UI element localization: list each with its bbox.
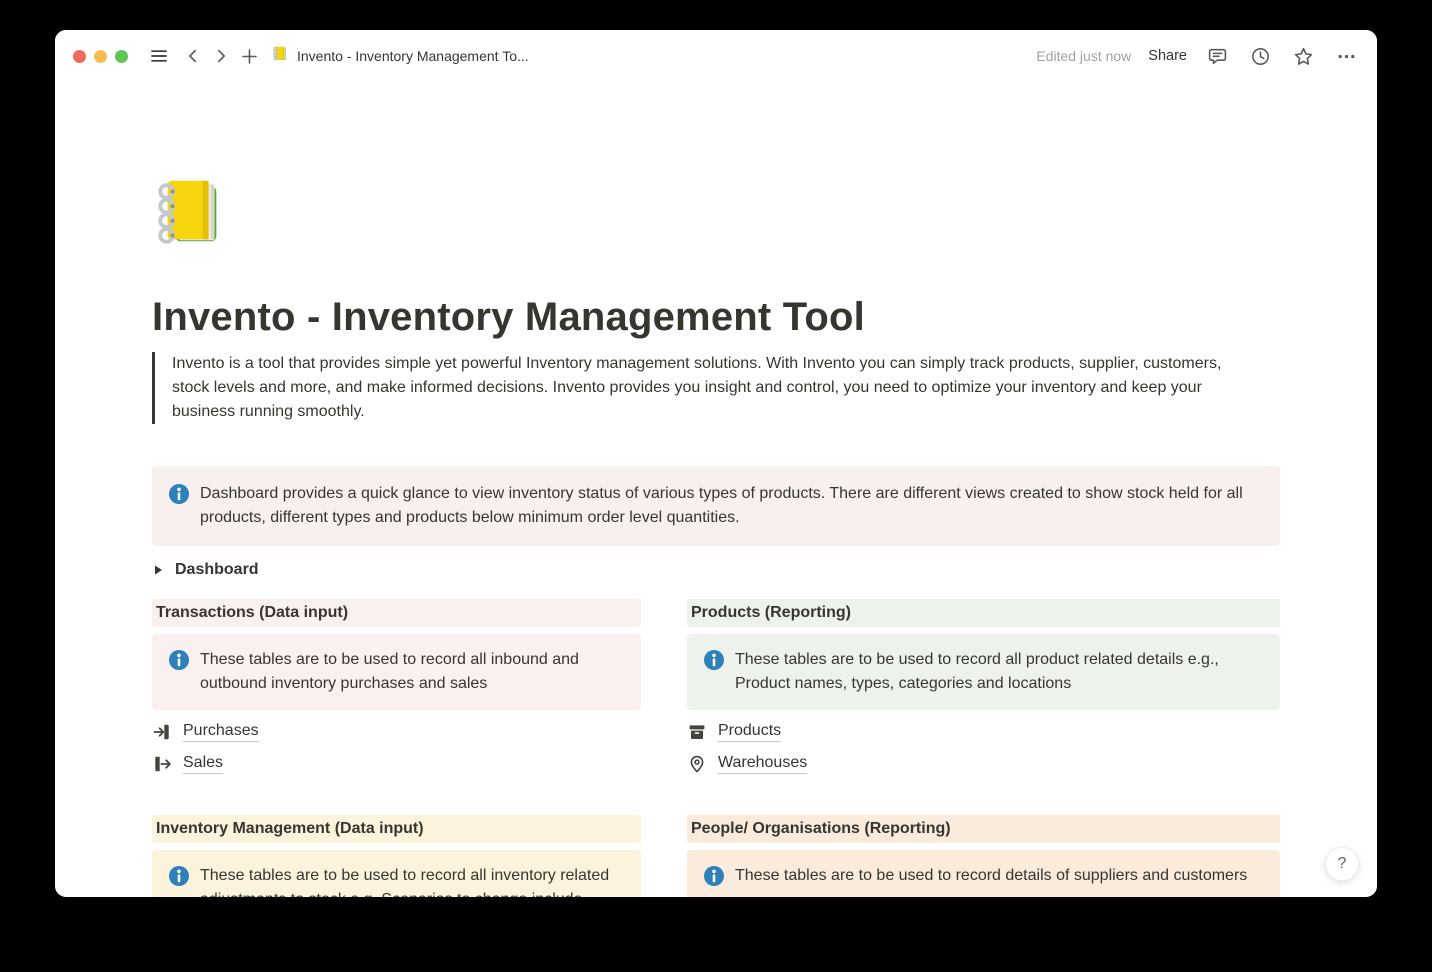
location-pin-icon (687, 754, 707, 774)
intro-quote: Invento is a tool that provides simple y… (152, 352, 1260, 424)
dashboard-callout-text: Dashboard provides a quick glance to vie… (200, 482, 1264, 530)
people-callout: These tables are to be used to record de… (687, 850, 1280, 897)
zoom-window-button[interactable] (115, 50, 128, 63)
products-callout-text: These tables are to be used to record al… (735, 648, 1264, 696)
back-icon[interactable] (180, 43, 206, 69)
dashboard-toggle[interactable]: Dashboard (152, 556, 259, 584)
sales-link-label[interactable]: Sales (183, 754, 223, 774)
info-icon (703, 648, 725, 671)
section-heading-people: People/ Organisations (Reporting) (687, 815, 1280, 843)
archive-box-icon (687, 722, 707, 742)
page-link-products[interactable]: Products (687, 716, 781, 748)
info-icon (168, 864, 190, 887)
comment-icon[interactable] (1204, 43, 1230, 69)
info-icon (703, 864, 725, 887)
info-icon (168, 482, 190, 505)
section-products: Products (Reporting) These tables are to… (687, 599, 1280, 780)
page-link-sales[interactable]: Sales (152, 748, 223, 780)
products-link-label[interactable]: Products (718, 722, 781, 742)
section-heading-transactions: Transactions (Data input) (152, 599, 641, 627)
inventory-callout-text: These tables are to be used to record al… (200, 864, 625, 897)
sidebar-menu-icon[interactable] (146, 43, 172, 69)
favorite-star-icon[interactable] (1290, 43, 1316, 69)
new-tab-plus-icon[interactable] (236, 43, 262, 69)
app-window: Invento - Inventory Management To... Edi… (55, 30, 1377, 897)
traffic-lights (73, 50, 128, 63)
help-button[interactable]: ? (1325, 847, 1359, 881)
window-page-title: Invento - Inventory Management To... (297, 48, 529, 64)
dashboard-toggle-label: Dashboard (175, 561, 259, 579)
page-link-warehouses[interactable]: Warehouses (687, 748, 807, 780)
page-emoji-icon[interactable] (152, 173, 230, 251)
page-link-purchases[interactable]: Purchases (152, 716, 259, 748)
breadcrumb[interactable]: Invento - Inventory Management To... (272, 45, 529, 67)
door-exit-icon (152, 754, 172, 774)
inventory-callout: These tables are to be used to record al… (152, 850, 641, 897)
close-window-button[interactable] (73, 50, 86, 63)
notebook-page-icon (272, 45, 289, 67)
purchases-link-label[interactable]: Purchases (183, 722, 259, 742)
titlebar: Invento - Inventory Management To... Edi… (55, 30, 1377, 82)
section-heading-inventory: Inventory Management (Data input) (152, 815, 641, 843)
info-icon (168, 648, 190, 671)
forward-icon[interactable] (208, 43, 234, 69)
transactions-callout: These tables are to be used to record al… (152, 634, 641, 710)
people-callout-text: These tables are to be used to record de… (735, 864, 1247, 888)
products-callout: These tables are to be used to record al… (687, 634, 1280, 710)
section-people-organisations: People/ Organisations (Reporting) These … (687, 815, 1280, 897)
warehouses-link-label[interactable]: Warehouses (718, 754, 807, 774)
page-title: Invento - Inventory Management Tool (152, 293, 1280, 341)
edited-status: Edited just now (1036, 48, 1131, 64)
share-button[interactable]: Share (1148, 48, 1187, 64)
door-enter-icon (152, 722, 172, 742)
section-inventory-management: Inventory Management (Data input) These … (152, 815, 641, 897)
ellipsis-menu-icon[interactable] (1333, 43, 1359, 69)
minimize-window-button[interactable] (94, 50, 107, 63)
history-clock-icon[interactable] (1247, 43, 1273, 69)
dashboard-callout: Dashboard provides a quick glance to vie… (152, 466, 1280, 546)
section-transactions: Transactions (Data input) These tables a… (152, 599, 641, 780)
section-heading-products: Products (Reporting) (687, 599, 1280, 627)
page-content: Invento - Inventory Management Tool Inve… (55, 82, 1377, 897)
toggle-triangle-icon[interactable] (152, 564, 164, 576)
transactions-callout-text: These tables are to be used to record al… (200, 648, 625, 696)
